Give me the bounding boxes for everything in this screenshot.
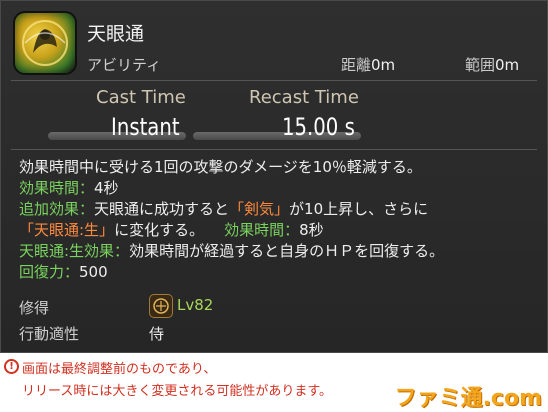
additional-effect-text: 天眼通に成功すると (94, 200, 230, 218)
cast-time-label: Cast Time (96, 87, 186, 108)
exclamation-icon: ! (4, 359, 19, 374)
famitsu-logo: ファミ通.com (394, 386, 542, 411)
cast-time-value: Instant (111, 113, 180, 141)
state-effect-text: 効果時間が経過すると自身のＨＰを回復する。 (129, 242, 445, 260)
state-effect-label: 天眼通:生効果： (19, 242, 130, 260)
acquired-label: 修得 (19, 299, 50, 317)
radius-label: 範囲 (465, 56, 496, 74)
state-duration-value: 8秒 (299, 221, 324, 239)
duration-label: 効果時間： (19, 179, 95, 197)
radius-value: 0m (495, 56, 520, 74)
range-value: 0m (371, 56, 396, 74)
state-name-highlight: 「天眼通:生」 (19, 221, 115, 239)
action-category: アビリティ (87, 56, 162, 74)
additional-effect-row: 追加効果：天眼通に成功すると「剣気」が10上昇し、さらに (19, 199, 539, 220)
notice-line-2: リリース時には大きく変更される可能性があります。 (22, 384, 333, 399)
radius-stat: 範囲0m (465, 54, 519, 75)
potency-row: 回復力：500 (19, 262, 539, 283)
job-crest-icon (149, 294, 173, 318)
job-value: 侍 (149, 325, 165, 343)
additional-effect-text-2: が10上昇し、さらに (289, 200, 429, 218)
acquired-level: Lv82 (177, 296, 214, 314)
additional-effect-label: 追加効果： (19, 200, 95, 218)
notice-line-1: 画面は最終調整前のものであり、 (22, 362, 217, 377)
state-duration-label: 効果時間： (224, 221, 300, 239)
job-label: 行動適性 (19, 325, 80, 343)
duration-row: 効果時間：4秒 (19, 178, 539, 199)
timing-divider (11, 149, 537, 150)
potency-label: 回復力： (19, 263, 80, 281)
action-tooltip: 天眼通 アビリティ 距離0m 範囲0m Cast Time Recast Tim… (0, 0, 548, 353)
kenki-highlight: 「剣気」 (229, 200, 290, 218)
state-change-text: に変化する。 (114, 221, 205, 239)
action-description: 効果時間中に受ける1回の攻撃のダメージを10％軽減する。 効果時間：4秒 追加効… (19, 157, 539, 283)
header-divider (11, 80, 537, 81)
state-change-row: 「天眼通:生」に変化する。 効果時間：8秒 (19, 220, 539, 241)
duration-value: 4秒 (94, 179, 119, 197)
state-effect-row: 天眼通:生効果：効果時間が経過すると自身のＨＰを回復する。 (19, 241, 539, 262)
description-line: 効果時間中に受ける1回の攻撃のダメージを10％軽減する。 (19, 158, 422, 176)
third-eye-ability-icon (15, 13, 75, 73)
range-label: 距離 (341, 56, 372, 74)
range-stat: 距離0m (341, 54, 395, 75)
recast-time-label: Recast Time (249, 87, 359, 108)
potency-value: 500 (79, 263, 108, 281)
action-name: 天眼通 (87, 23, 145, 45)
recast-time-value: 15.00 s (282, 113, 355, 141)
